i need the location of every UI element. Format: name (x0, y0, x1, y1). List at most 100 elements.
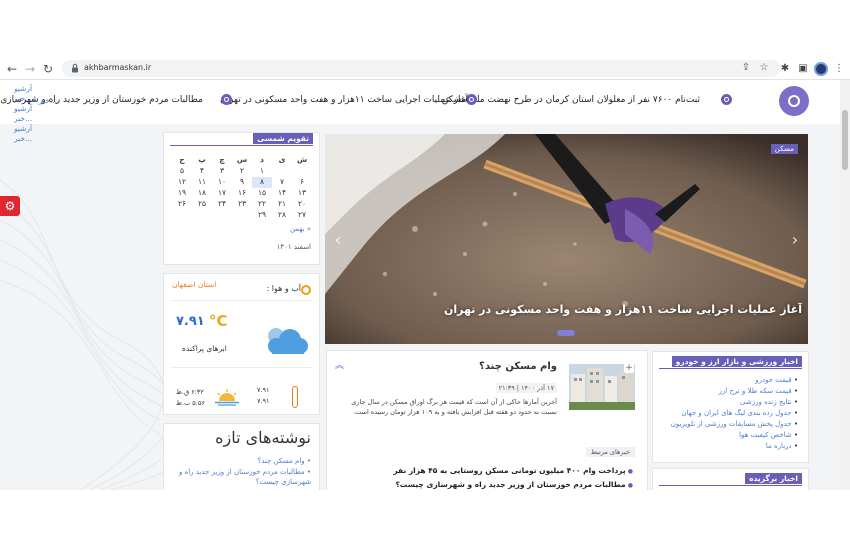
recent-post-link[interactable]: • مطالبات مردم خوزستان از وزیر جدید راه … (171, 467, 311, 487)
calendar-day[interactable]: ۹ (232, 177, 252, 188)
weather-unit: °C (209, 312, 228, 330)
calendar-day[interactable] (172, 210, 192, 221)
weekday-label: ی (278, 155, 286, 164)
archive-link[interactable]: خبر... (14, 114, 44, 124)
calendar-day[interactable]: ۱۱ (192, 177, 212, 188)
weekday-label: ج (179, 155, 185, 164)
share-icon[interactable]: ⇪ (740, 62, 752, 74)
calendar-day[interactable]: ۱۷ (212, 188, 232, 199)
calendar-day[interactable]: ۱۰ (212, 177, 232, 188)
lock-icon (72, 63, 78, 73)
divider (170, 367, 313, 368)
back-icon[interactable]: ← (4, 61, 20, 77)
calendar-day[interactable]: ۱۴ (272, 188, 292, 199)
sports-link[interactable]: درباره ما (766, 442, 798, 450)
star-icon[interactable]: ☆ (758, 62, 770, 74)
slider-category-tag[interactable]: مسکن (770, 144, 798, 154)
calendar-day[interactable]: ۱۲ (172, 177, 192, 188)
sports-link[interactable]: نتایج زنده ورزشی (740, 398, 798, 406)
calendar-day[interactable]: ۲۶ (172, 199, 192, 210)
ticker-item[interactable]: آغاز عملیات اجرایی ساخت ۱۱هزار و هفت واح… (220, 95, 468, 105)
related-news-link[interactable]: پرداخت وام ۴۰۰ میلیون تومانی مسکن روستای… (393, 466, 633, 475)
calendar-day[interactable]: ۱۹ (172, 188, 192, 199)
calendar-day[interactable] (192, 210, 212, 221)
calendar-day[interactable]: ۲۴ (212, 199, 232, 210)
settings-gear-icon[interactable]: ⚙ (0, 196, 20, 216)
forward-icon[interactable]: → (22, 61, 38, 77)
calendar-day[interactable] (232, 210, 252, 221)
calendar-day[interactable]: ۵ (172, 166, 192, 177)
extensions-icon[interactable]: ✱ (778, 62, 792, 76)
calendar-day-today[interactable]: ۸ (252, 177, 272, 188)
related-news-label: خبرهای مرتبط (585, 447, 635, 457)
recent-posts-title: نوشته‌های تازه (215, 428, 311, 447)
calendar-day[interactable]: ۲۷ (292, 210, 312, 221)
reload-icon[interactable]: ↻ (40, 61, 56, 77)
related-news-link[interactable]: مطالبات مردم خوزستان از وزیر جدید راه و … (395, 480, 633, 489)
browser-toolbar: ← → ↻ akhbarmaskan.ir ⇪ ☆ ✱ ▣ ⋮ (0, 58, 850, 80)
archive-link[interactable]: آرشیو (14, 84, 44, 94)
calendar-day[interactable] (272, 166, 292, 177)
slider-caption[interactable]: آغاز عملیات اجرایی ساخت ۱۱هزار و هفت واح… (444, 303, 802, 316)
weather-max-temp: ۷.۹۱ (257, 386, 270, 394)
sun-icon (301, 285, 311, 295)
scrollbar-thumb[interactable] (842, 110, 848, 170)
page-scrollbar[interactable] (840, 80, 850, 490)
calendar-day[interactable]: ۷ (272, 177, 292, 188)
weather-description: ابرهای پراکنده (182, 344, 227, 353)
weather-province-select[interactable]: استان اصفهان (172, 280, 216, 289)
sports-link[interactable]: قیمت خودرو (755, 376, 798, 384)
slider-pagination-dot[interactable] (557, 330, 575, 336)
sports-link[interactable]: قیمت سکه طلا و نرخ ارز (718, 387, 798, 395)
calendar-day[interactable]: ۲۵ (192, 199, 212, 210)
side-panel-icon[interactable]: ▣ (796, 62, 810, 76)
calendar-prev-month-link[interactable]: « بهمن (290, 225, 311, 233)
sports-link[interactable]: جدول پخش مسابقات ورزشی از تلویزیون (671, 420, 798, 428)
collapse-chevron-icon[interactable]: ︽ (335, 361, 345, 371)
ticker-badge-icon (779, 86, 809, 116)
url-text: akhbarmaskan.ir (84, 63, 152, 72)
article-title[interactable]: وام مسکن چند؟ (479, 361, 557, 372)
profile-avatar[interactable] (814, 62, 828, 76)
archive-link[interactable]: آرشیو (14, 104, 44, 114)
weather-min-temp: ۷.۹۱ (257, 397, 270, 405)
calendar-day[interactable]: ۱۵ (252, 188, 272, 199)
sports-link[interactable]: شاخص کیفیت هوا (739, 431, 798, 439)
calendar-day[interactable]: ۱۳ (292, 188, 312, 199)
calendar-day[interactable]: ۲۸ (272, 210, 292, 221)
address-bar[interactable]: akhbarmaskan.ir ⇪ ☆ (62, 60, 780, 77)
calendar-day[interactable]: ۲۱ (272, 199, 292, 210)
calendar-day[interactable]: ۶ (292, 177, 312, 188)
calendar-day[interactable]: ۱ (252, 166, 272, 177)
sports-title-line (659, 368, 802, 369)
expand-plus-icon[interactable]: + (624, 363, 634, 373)
sports-market-widget: اخبار ورزشی و بازار ارز و خودرو قیمت خود… (652, 351, 809, 463)
slider-prev-icon[interactable]: ‹ (331, 229, 345, 251)
calendar-day[interactable]: ۱۶ (232, 188, 252, 199)
calendar-day[interactable]: ۴ (192, 166, 212, 177)
calendar-week: ۱۳ ۱۴ ۱۵ ۱۶ ۱۷ ۱۸ ۱۹ (172, 188, 312, 199)
archive-link[interactable]: آرشیو (14, 124, 44, 134)
loan-article-card: ︽ وام مسکن چند؟ + ۱۷ آذر ۱۴۰۰ | ۲۱:۳۹ آخ… (326, 350, 648, 490)
background-wave-decoration (0, 179, 170, 490)
archive-link[interactable]: خبر... (14, 134, 44, 144)
calendar-weekdays: ش ی د س چ پ ج (172, 155, 312, 166)
menu-dots-icon[interactable]: ⋮ (832, 62, 846, 76)
sports-link[interactable]: جدول رده بندی لیگ های ایران و جهان (681, 409, 798, 417)
weekday-label: پ (198, 155, 206, 164)
calendar-day[interactable]: ۲۳ (232, 199, 252, 210)
recent-post-link[interactable]: • وام مسکن چند؟ (171, 456, 311, 466)
calendar-day[interactable] (212, 210, 232, 221)
calendar-day[interactable]: ۲۰ (292, 199, 312, 210)
calendar-day[interactable]: ۲۲ (252, 199, 272, 210)
calendar-day[interactable]: ۳ (212, 166, 232, 177)
calendar-day[interactable] (292, 166, 312, 177)
ticker-item[interactable]: ثبت‌نام ۷۶۰۰ نفر از معلولان استان کرمان … (442, 95, 700, 105)
archive-links: آرشیو خبر... آرشیو خبر... آرشیو خبر... (14, 84, 44, 144)
sports-widget-title: اخبار ورزشی و بازار ارز و خودرو (671, 356, 802, 367)
slider-next-icon[interactable]: › (788, 229, 802, 251)
featured-slider[interactable]: مسکن ‹ › آغاز عملیات اجرایی ساخت ۱۱هزار … (325, 134, 808, 344)
calendar-day[interactable]: ۲ (232, 166, 252, 177)
calendar-day[interactable]: ۲۹ (252, 210, 272, 221)
calendar-day[interactable]: ۱۸ (192, 188, 212, 199)
